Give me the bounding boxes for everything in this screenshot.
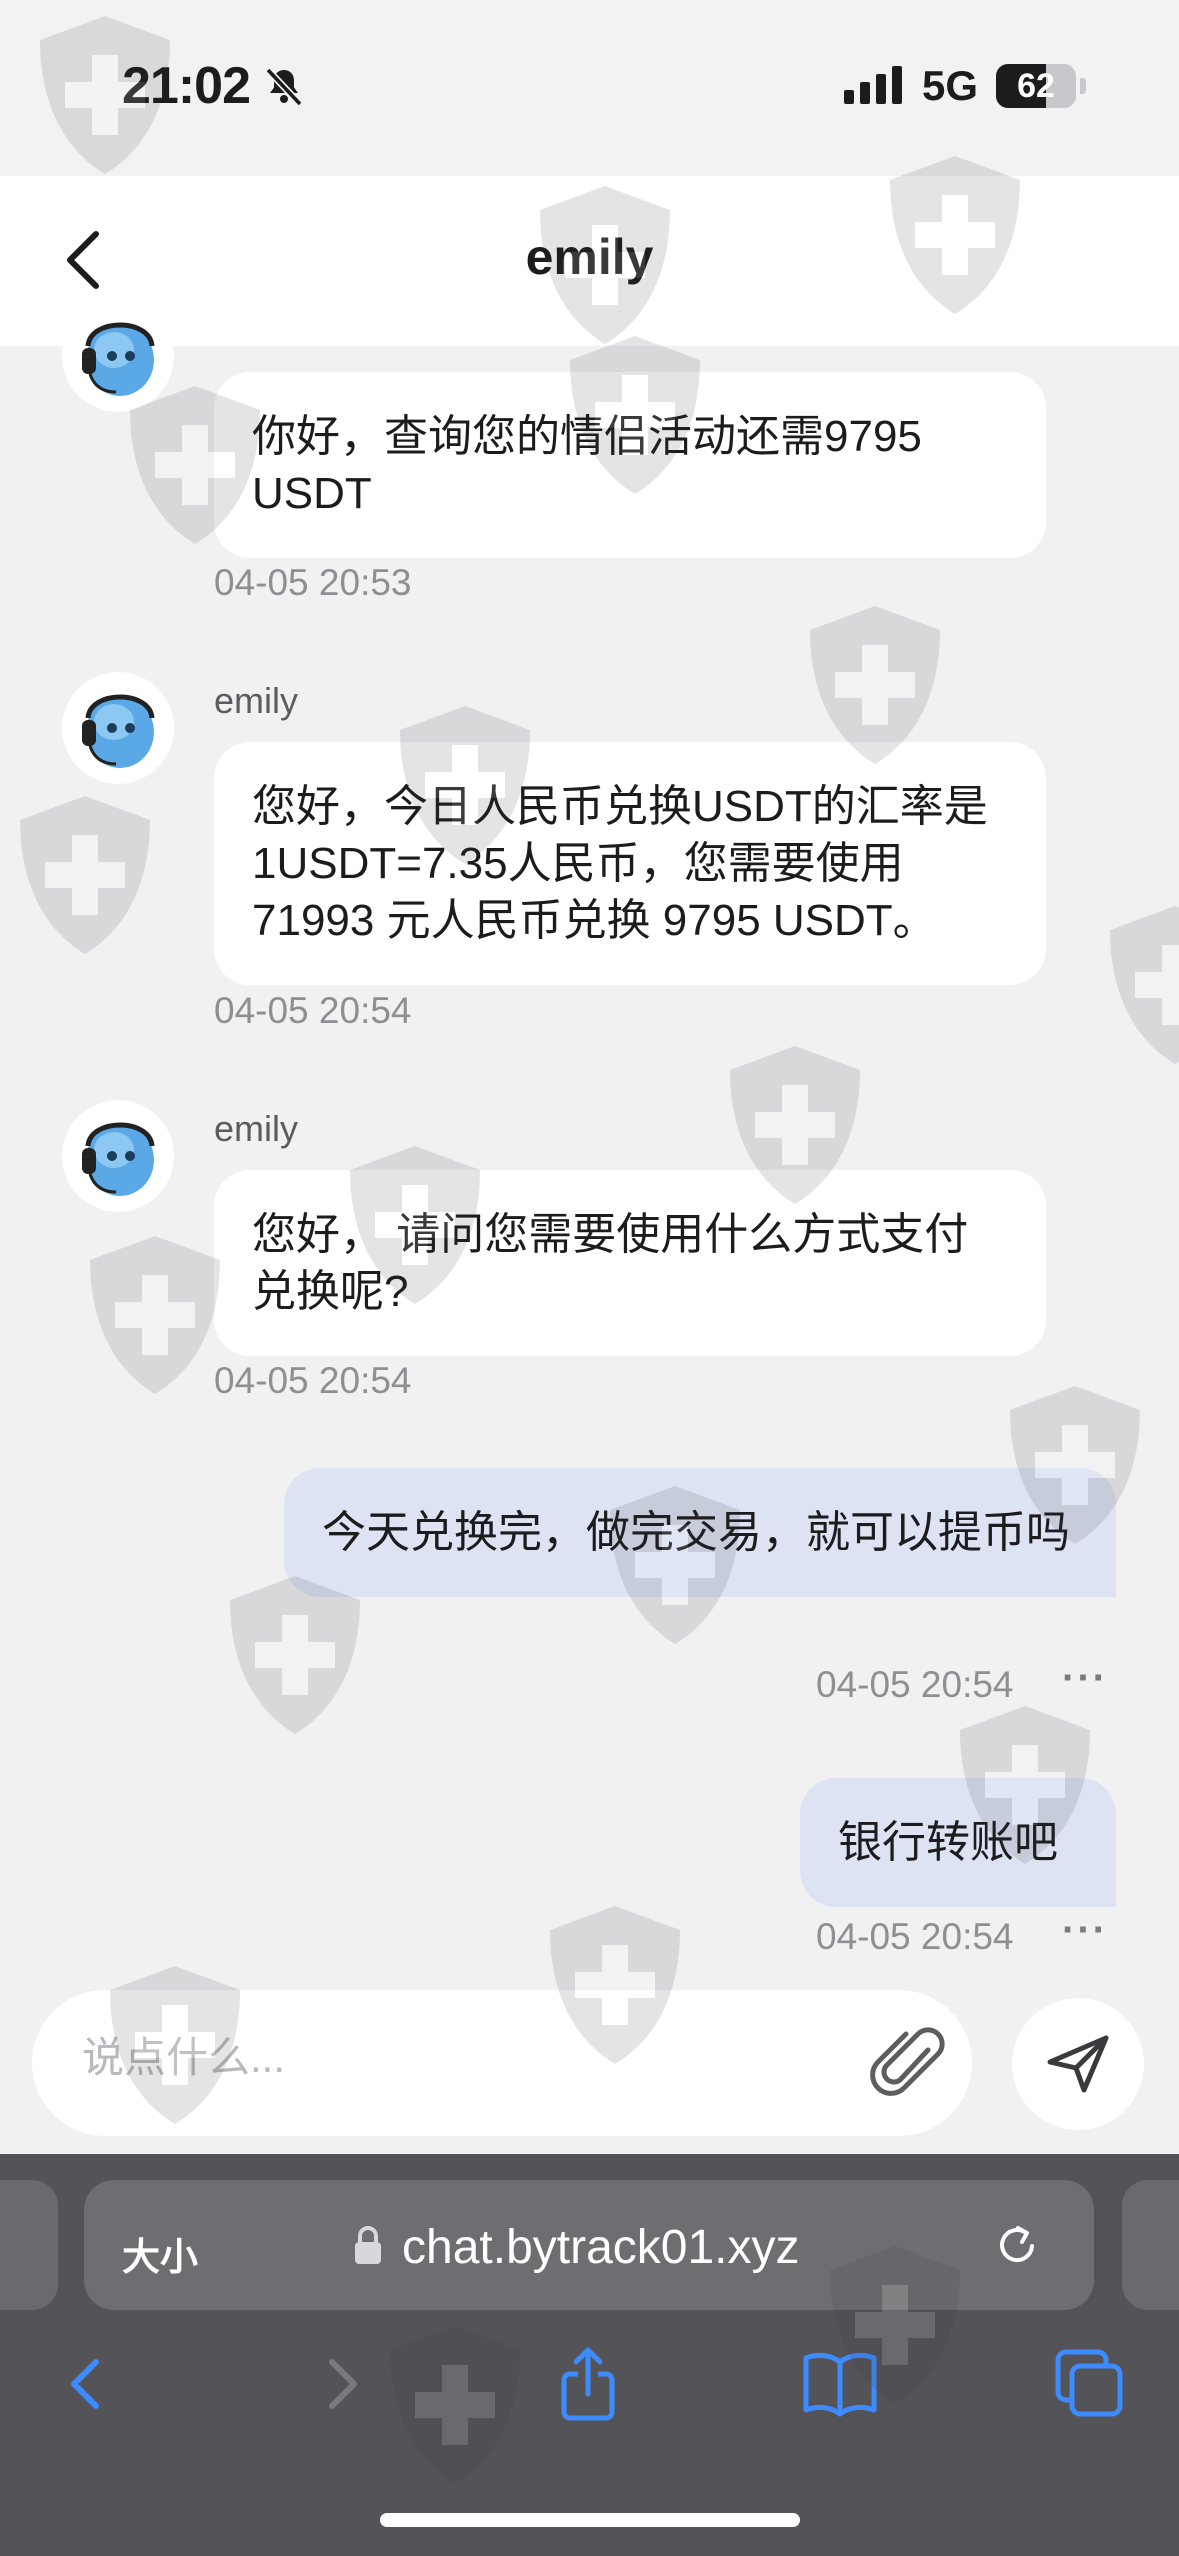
message-composer [32,1990,972,2136]
bookmarks-icon[interactable] [800,2344,880,2424]
avatar-mascot-icon [82,1122,155,1196]
next-tab-preview[interactable] [1122,2180,1179,2310]
shield-cross-icon [20,796,150,954]
message-bubble-outgoing[interactable]: 银行转账吧 [800,1778,1116,1907]
message-more-button[interactable]: ··· [1062,1656,1108,1701]
text-size-button[interactable]: 大小 [122,2226,198,2281]
message-bubble-incoming[interactable]: 您好，今日人民币兑换USDT的汇率是1USDT=7.35人民币，您需要使用719… [214,742,1046,985]
url-text[interactable]: chat.bytrack01.xyz [402,2220,800,2275]
shield-cross-icon [90,1236,220,1394]
status-bar: 21:02 5G 62 [0,0,1179,176]
browser-toolbar: 大小 chat.bytrack01.xyz [0,2154,1179,2556]
sender-name: emily [214,1108,299,1149]
signal-bars-icon [844,66,902,104]
message-bubble-outgoing[interactable]: 今天兑换完，做完交易，就可以提币吗 [284,1468,1116,1597]
previous-tab-preview[interactable] [0,2180,58,2310]
message-timestamp: 04-05 20:53 [214,562,412,603]
reload-icon[interactable] [994,2222,1040,2268]
message-input[interactable] [82,2034,802,2082]
avatar[interactable] [62,300,174,412]
share-icon[interactable] [548,2344,628,2424]
shield-cross-icon [1110,906,1179,1064]
chat-header: emily [0,176,1179,346]
home-indicator [380,2513,800,2527]
chat-title: emily [525,229,654,285]
message-bubble-incoming[interactable]: 您好， 请问您需要使用什么方式支付兑换呢? [214,1170,1046,1356]
sender-name: emily [214,680,299,721]
avatar-mascot-icon [82,322,155,396]
address-bar[interactable]: 大小 chat.bytrack01.xyz [84,2180,1094,2310]
avatar[interactable] [62,1100,174,1212]
status-time: 21:02 [122,57,251,115]
message-timestamp: 04-05 20:54 [214,990,412,1031]
tabs-icon[interactable] [1050,2344,1130,2424]
message-bubble-incoming[interactable]: 你好，查询您的情侣活动还需9795 USDT [214,372,1046,558]
battery-percent: 62 [1017,67,1055,105]
forward-nav-button[interactable] [300,2344,380,2424]
send-button[interactable] [1012,1998,1144,2130]
message-more-button[interactable]: ··· [1062,1908,1108,1953]
lock-icon [355,2226,381,2264]
battery-indicator: 62 [996,64,1076,108]
battery-tip [1080,78,1086,94]
paperclip-icon[interactable] [870,2020,950,2106]
network-type: 5G [922,62,979,109]
bell-slash-icon [265,67,303,107]
message-timestamp: 04-05 20:54 [214,1360,412,1401]
back-nav-button[interactable] [48,2344,128,2424]
avatar[interactable] [62,672,174,784]
paper-plane-icon [1047,2035,1109,2093]
avatar-mascot-icon [82,694,155,768]
message-timestamp: 04-05 20:54 [816,1664,1014,1705]
message-timestamp: 04-05 20:54 [816,1916,1014,1957]
